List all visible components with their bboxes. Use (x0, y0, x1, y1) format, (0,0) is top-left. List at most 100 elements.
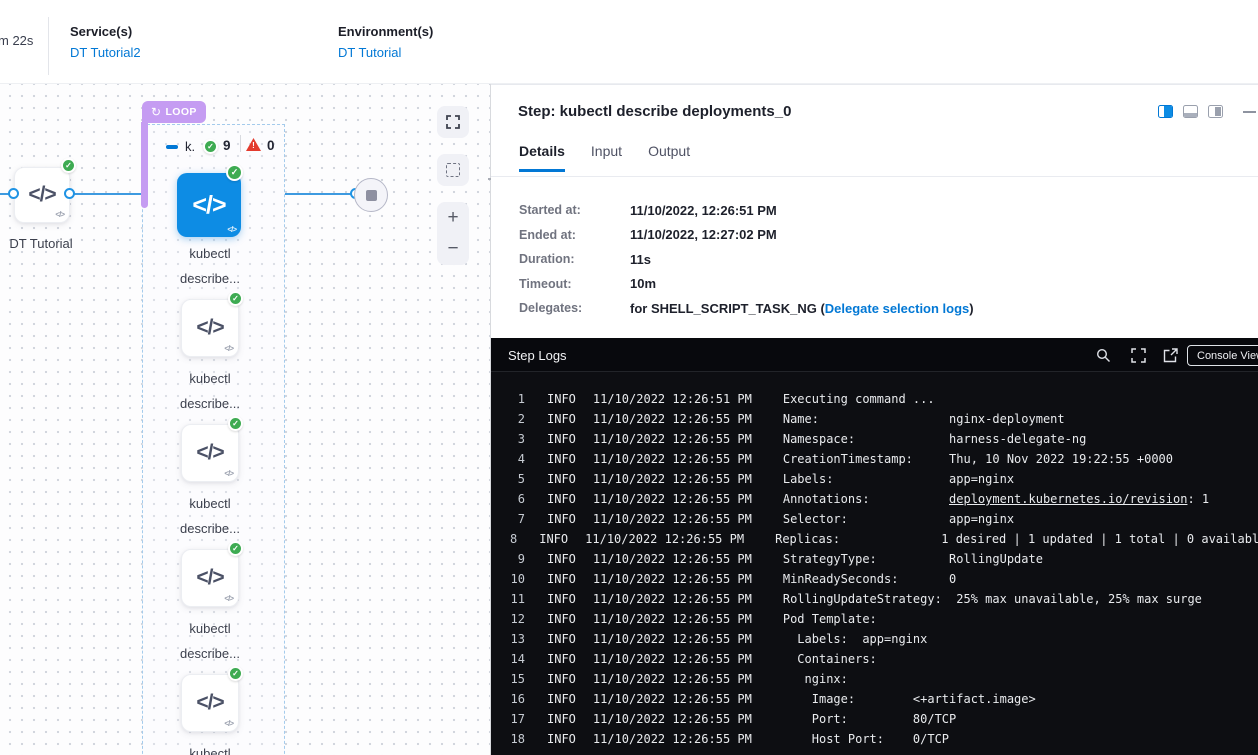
log-timestamp: 11/10/2022 12:26:55 PM (593, 489, 752, 509)
detail-row: Duration:11s (519, 247, 1239, 272)
node-status-success-icon: ✓ (228, 666, 243, 681)
log-level: INFO (547, 449, 576, 469)
log-timestamp: 11/10/2022 12:26:55 PM (593, 589, 752, 609)
zoom-in-button[interactable]: + (437, 202, 469, 234)
execution-header-bar: m 22s Service(s) DT Tutorial2 Environmen… (0, 0, 1258, 84)
tab-input[interactable]: Input (591, 143, 622, 172)
log-line-number: 4 (510, 449, 525, 469)
step-node-kubectl-describe[interactable]: </> </> (181, 549, 239, 607)
marquee-select-button[interactable] (437, 154, 469, 186)
step-details-panel: Step: kubectl describe deployments_0 Det… (491, 84, 1258, 338)
log-message: Executing command ... (783, 389, 935, 409)
details-tabs: Details Input Output (519, 143, 690, 172)
stage-node-dt-tutorial[interactable]: </> </> (14, 167, 70, 223)
log-message: Namespace: harness-delegate-ng (783, 429, 1086, 449)
open-in-new-tab-icon[interactable] (1163, 348, 1178, 363)
step-node-kubectl-describe[interactable]: </> </> (181, 299, 239, 357)
log-line: 18INFO11/10/2022 12:26:55 PM Host Port: … (491, 729, 1258, 749)
log-message: Replicas: 1 desired | 1 updated | 1 tota… (775, 529, 1258, 549)
log-line-number: 5 (510, 469, 525, 489)
log-line: 10INFO11/10/2022 12:26:55 PMMinReadySeco… (491, 569, 1258, 589)
service-link[interactable]: DT Tutorial2 (70, 45, 141, 60)
step-logs-panel: Step Logs Console View 1INFO11/10/2022 1… (491, 338, 1258, 755)
log-line-number: 15 (510, 669, 525, 689)
step-title: Step: kubectl describe deployments_0 (518, 103, 791, 120)
zoom-controls: + − (437, 202, 469, 265)
log-annotation-link[interactable]: deployment.kubernetes.io/revision (949, 492, 1187, 506)
layout-right-split-icon[interactable] (1158, 105, 1173, 118)
detail-label: Delegates: (519, 301, 630, 315)
mini-code-icon: </> (224, 469, 233, 478)
log-level: INFO (547, 509, 576, 529)
topbar-divider (48, 17, 49, 75)
step-node-kubectl-describe[interactable]: </> </> (181, 424, 239, 482)
group-success-badge: ✓ (203, 139, 218, 154)
log-line-number: 1 (510, 389, 525, 409)
step-node-selected[interactable]: </> </> (177, 173, 241, 237)
layout-float-panel-icon[interactable] (1208, 105, 1223, 118)
log-output[interactable]: 1 INFO 11/10/2022 12:26:51 PM Executing com… (491, 372, 1258, 755)
zoom-out-button[interactable]: − (437, 234, 469, 266)
environment-link[interactable]: DT Tutorial (338, 45, 433, 60)
services-label: Service(s) (70, 24, 141, 39)
log-line-number: 8 (510, 529, 517, 549)
detail-value: for SHELL_SCRIPT_TASK_NG (Delegate selec… (630, 301, 974, 316)
loop-group-left-bar (141, 122, 148, 208)
log-line-number: 17 (510, 709, 525, 729)
log-timestamp: 11/10/2022 12:26:55 PM (593, 629, 752, 649)
delegate-selection-logs-link[interactable]: Delegate selection logs (825, 301, 970, 316)
node-label: kubectldescribe... (150, 741, 270, 755)
log-level: INFO (547, 729, 576, 749)
log-level: INFO (547, 669, 576, 689)
log-line-number: 3 (510, 429, 525, 449)
pipeline-end-node[interactable] (354, 178, 388, 212)
log-timestamp: 11/10/2022 12:26:55 PM (593, 709, 752, 729)
pipeline-graph-canvas[interactable]: ↻ LOOP k. ✓ 9 ! 0 </> </> ✓ DT Tutorial … (0, 84, 490, 755)
selected-node-label: kubectl describe... (150, 241, 270, 291)
log-line-number: 9 (510, 549, 525, 569)
log-line-number: 2 (510, 409, 525, 429)
log-line: 17 INFO 11/10/2022 12:26:55 PM Port: 80/TC… (491, 709, 1258, 729)
log-line-number: 11 (510, 589, 525, 609)
collapse-group-icon[interactable] (166, 145, 178, 149)
search-icon[interactable] (1096, 348, 1111, 363)
log-line-number: 14 (510, 649, 525, 669)
minimize-panel-icon[interactable] (1243, 111, 1256, 113)
log-line: 3 INFO 11/10/2022 12:26:55 PM Namespace: ha… (491, 429, 1258, 449)
expand-icon (446, 115, 460, 129)
log-level: INFO (547, 429, 576, 449)
log-line: 4INFO11/10/2022 12:26:55 PMCreationTimes… (491, 449, 1258, 469)
fit-to-screen-button[interactable] (437, 106, 469, 138)
log-timestamp: 11/10/2022 12:26:51 PM (593, 389, 752, 409)
log-timestamp: 11/10/2022 12:26:55 PM (593, 649, 752, 669)
fullscreen-icon[interactable] (1131, 348, 1146, 363)
services-block: Service(s) DT Tutorial2 (70, 24, 141, 60)
log-message: Name: nginx-deployment (783, 409, 1065, 429)
log-message: RollingUpdateStrategy: 25% max unavailab… (783, 589, 1202, 609)
step-node-kubectl-describe[interactable]: </> </> (181, 674, 239, 732)
tab-details[interactable]: Details (519, 143, 565, 172)
log-line: 12INFO11/10/2022 12:26:55 PMPod Template… (491, 609, 1258, 629)
group-failed-count: 0 (267, 138, 275, 153)
pipeline-duration: m 22s (0, 33, 33, 48)
tab-output[interactable]: Output (648, 143, 690, 172)
node-status-success-icon: ✓ (226, 164, 243, 181)
loop-badge[interactable]: ↻ LOOP (142, 101, 206, 123)
layout-bottom-split-icon[interactable] (1183, 105, 1198, 118)
log-line: 9INFO11/10/2022 12:26:55 PMStrategyType:… (491, 549, 1258, 569)
log-line: 11INFO11/10/2022 12:26:55 PMRollingUpdat… (491, 589, 1258, 609)
environments-label: Environment(s) (338, 24, 433, 39)
log-message: Image: <+artifact.image> (783, 689, 1036, 709)
log-line: 14INFO11/10/2022 12:26:55 PM Containers: (491, 649, 1258, 669)
node-label: kubectldescribe... (150, 491, 270, 541)
stop-square-icon (366, 190, 377, 201)
log-level: INFO (547, 709, 576, 729)
console-view-toggle[interactable]: Console View (1187, 345, 1258, 366)
environments-block: Environment(s) DT Tutorial (338, 24, 433, 60)
log-message: Port: 80/TCP (783, 709, 956, 729)
log-level: INFO (547, 489, 576, 509)
detail-row: Delegates:for SHELL_SCRIPT_TASK_NG (Dele… (519, 296, 1239, 321)
success-check-icon: ✓ (203, 139, 218, 154)
log-level: INFO (547, 409, 576, 429)
log-timestamp: 11/10/2022 12:26:55 PM (593, 429, 752, 449)
